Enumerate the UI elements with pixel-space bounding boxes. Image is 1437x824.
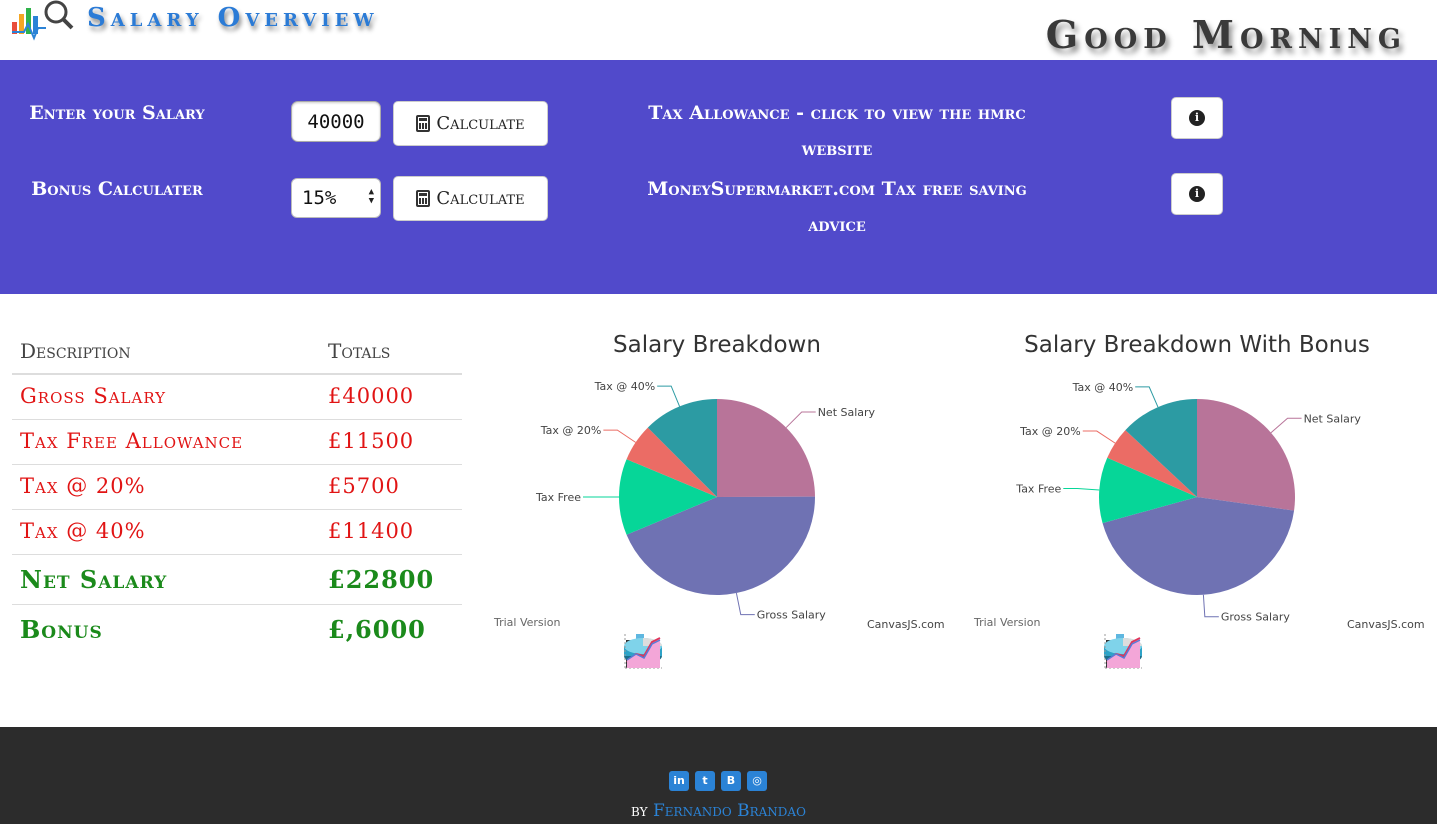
area-chart-type-icon[interactable]: [1102, 630, 1144, 670]
row-total: £,6000: [328, 615, 426, 644]
label-leader-line: [1063, 487, 1100, 491]
pie-label: Tax @ 40%: [594, 380, 656, 393]
label-leader-line: [785, 411, 816, 428]
header: Salary Overview Good Morning: [0, 0, 1437, 60]
blogger-icon[interactable]: B: [721, 771, 741, 791]
canvasjs-credit[interactable]: CanvasJS.com: [867, 618, 945, 631]
pie-slice-net-salary[interactable]: [1197, 399, 1295, 511]
msm-info-button[interactable]: i: [1171, 173, 1223, 215]
tax-allowance-label: Tax Allowance - click to view the hmrc w…: [648, 102, 1026, 160]
byline: by Fernando Brandao: [0, 801, 1437, 821]
social-links: in t B ◎: [669, 771, 767, 791]
table-row: Tax @ 20% £5700: [12, 465, 462, 510]
table-row: Gross Salary £40000: [12, 375, 462, 420]
table-row: Tax @ 40% £11400: [12, 510, 462, 555]
label-leader-line: [1135, 386, 1159, 408]
linkedin-icon[interactable]: in: [669, 771, 689, 791]
label-leader-line: [1270, 417, 1302, 434]
row-total: £22800: [328, 565, 435, 594]
row-total: £5700: [328, 474, 400, 498]
select-arrows-icon: ▲ ▼: [368, 187, 374, 206]
label-leader-line: [657, 385, 681, 407]
table-row: Net Salary £22800: [12, 555, 462, 605]
label-leader-line: [735, 592, 755, 616]
calculator-icon: [416, 115, 431, 132]
calculator-icon: [416, 190, 431, 207]
table-row: Tax Free Allowance £11500: [12, 420, 462, 465]
pie-label: Net Salary: [818, 406, 876, 419]
row-description: Gross Salary: [20, 384, 167, 408]
salary-table: Description Totals Gross Salary £40000 T…: [12, 328, 462, 655]
area-chart-type-icon[interactable]: [622, 630, 664, 670]
pie-label: Tax @ 40%: [1072, 381, 1134, 394]
table-header: Description Totals: [12, 328, 462, 375]
calculate-label: Calculate: [436, 113, 525, 134]
label-leader-line: [1202, 594, 1219, 618]
row-total: £11500: [328, 429, 415, 453]
label-leader-line: [603, 429, 636, 443]
bonus-label: Bonus Calculater: [31, 178, 203, 200]
salary-breakdown-chart: Salary Breakdown Net Salary Gross Salary T…: [482, 330, 952, 675]
pie-label: Tax @ 20%: [540, 424, 602, 437]
row-description: Bonus: [20, 615, 103, 644]
controls-panel: Enter your Salary Calculate Bonus Calcul…: [0, 60, 1437, 294]
footer: in t B ◎ by Fernando Brandao: [0, 727, 1437, 824]
tax-allowance-info-button[interactable]: i: [1171, 97, 1223, 139]
table-row: Bonus £,6000: [12, 605, 462, 655]
pie-label: Tax @ 20%: [1019, 425, 1081, 438]
pie-label: Gross Salary: [757, 609, 827, 622]
pie-label: Net Salary: [1304, 412, 1362, 425]
salary-breakdown-bonus-chart: Salary Breakdown With Bonus Net Salary Gr…: [962, 330, 1432, 675]
trial-watermark: Trial Version: [974, 616, 1041, 629]
calculate-label: Calculate: [436, 188, 525, 209]
row-total: £40000: [328, 384, 415, 408]
salary-input[interactable]: [291, 101, 381, 142]
trial-watermark: Trial Version: [494, 616, 561, 629]
pie-label: Tax Free: [1015, 482, 1061, 495]
canvasjs-credit[interactable]: CanvasJS.com: [1347, 618, 1425, 631]
msm-advice-label: MoneySupermarket.com Tax free saving adv…: [647, 178, 1027, 236]
logo: [12, 0, 74, 41]
greeting: Good Morning: [1045, 12, 1407, 57]
info-icon: i: [1189, 110, 1205, 126]
by-label: by: [631, 801, 648, 821]
info-icon: i: [1189, 186, 1205, 202]
row-description: Net Salary: [20, 565, 168, 594]
pie-label: Tax Free: [535, 491, 581, 504]
row-description: Tax Free Allowance: [20, 429, 244, 453]
app-title: Salary Overview: [87, 3, 379, 33]
header-totals: Totals: [328, 339, 391, 363]
calculate-salary-button[interactable]: Calculate: [393, 101, 548, 146]
bonus-select[interactable]: 15% ▲ ▼: [291, 178, 381, 218]
row-description: Tax @ 20%: [20, 474, 146, 498]
bonus-selected-value: 15%: [302, 187, 337, 209]
twitter-icon[interactable]: t: [695, 771, 715, 791]
row-description: Tax @ 40%: [20, 519, 146, 543]
row-total: £11400: [328, 519, 415, 543]
author-link[interactable]: Fernando Brandao: [653, 801, 806, 821]
calculate-bonus-button[interactable]: Calculate: [393, 176, 548, 221]
header-description: Description: [20, 339, 131, 363]
instagram-icon[interactable]: ◎: [747, 771, 767, 791]
label-leader-line: [1082, 430, 1116, 444]
pie-label: Gross Salary: [1221, 611, 1291, 624]
salary-label: Enter your Salary: [29, 102, 205, 124]
